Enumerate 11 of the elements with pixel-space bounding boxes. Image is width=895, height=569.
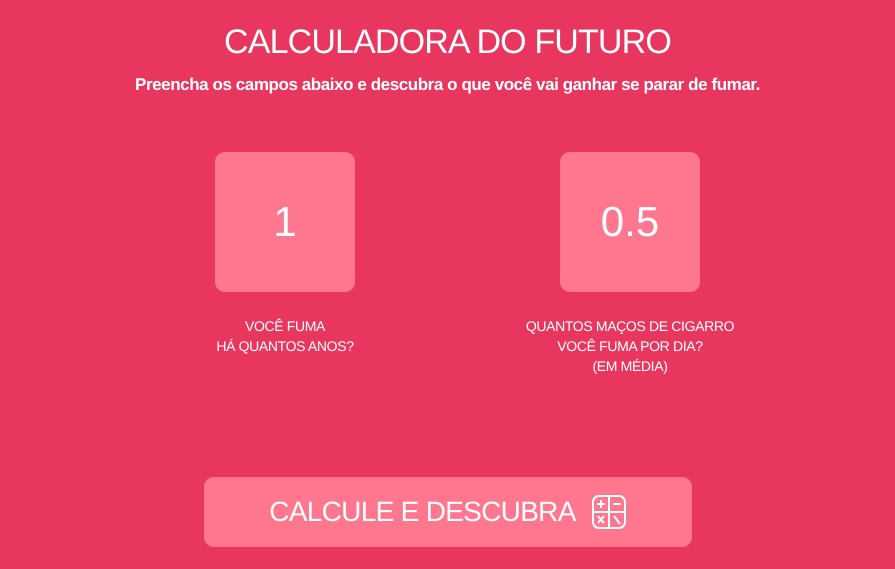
input-field[interactable]: 1 <box>215 152 355 292</box>
page-title: CALCULADORA DO FUTURO <box>224 22 671 62</box>
field-label: HÁ QUANTOS ANOS? <box>216 337 354 356</box>
calculator-icon <box>592 495 626 529</box>
calculate-button[interactable]: CALCULE E DESCUBRA <box>204 477 692 547</box>
field-label: VOCÊ FUMA POR DIA? <box>557 337 703 356</box>
subtitle: Preencha os campos abaixo e descubra o que você vai ganhar se parar de fumar. <box>135 74 760 96</box>
input-field[interactable]: 0.5 <box>560 152 700 292</box>
field-label: QUANTOS MAÇOS DE CIGARRO <box>526 317 734 336</box>
field-label: (EM MÉDIA) <box>592 357 668 376</box>
field-label: VOCÊ FUMA <box>244 317 326 336</box>
